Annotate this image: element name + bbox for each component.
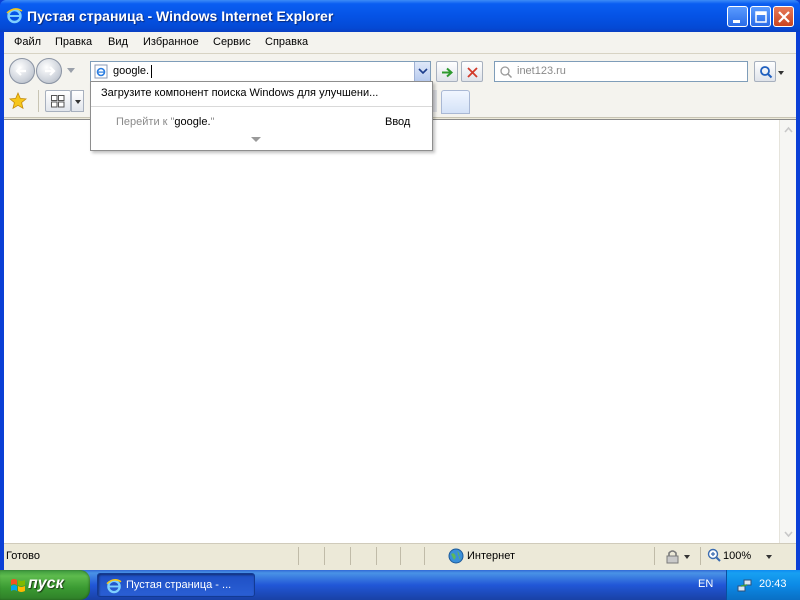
- go-to-suffix: ": [210, 116, 215, 128]
- zoom-level[interactable]: 100%: [723, 550, 751, 562]
- status-text: Готово: [6, 550, 40, 562]
- quick-tabs-icon: [51, 95, 65, 108]
- address-dropdown-button[interactable]: [414, 62, 430, 81]
- maximize-icon: [755, 11, 767, 23]
- zoom-icon[interactable]: [707, 548, 721, 562]
- ie-logo-icon: [6, 8, 23, 24]
- status-divider: [424, 547, 425, 565]
- start-label: пуск: [28, 575, 64, 592]
- minimize-icon: [733, 20, 740, 23]
- menu-bar: Файл Правка Вид Избранное Сервис Справка: [4, 32, 796, 54]
- status-divider: [700, 547, 701, 565]
- tab-list-dropdown[interactable]: [71, 90, 84, 112]
- status-divider: [654, 547, 655, 565]
- menu-tools[interactable]: Сервис: [213, 36, 251, 48]
- menu-file[interactable]: Файл: [14, 36, 41, 48]
- close-button[interactable]: [773, 6, 794, 27]
- ie-page-icon: [94, 64, 108, 79]
- expand-suggestions-arrow-icon[interactable]: [251, 137, 261, 142]
- status-divider: [298, 547, 299, 565]
- minimize-button[interactable]: [727, 6, 748, 27]
- favorites-star-icon[interactable]: [9, 92, 27, 110]
- maximize-button[interactable]: [750, 6, 771, 27]
- status-divider: [350, 547, 351, 565]
- address-bar[interactable]: google.: [90, 61, 431, 82]
- menu-help[interactable]: Справка: [265, 36, 308, 48]
- search-icon: [760, 66, 773, 79]
- search-addon-text: Загрузите компонент поиска Windows для у…: [101, 87, 379, 99]
- address-autocomplete-dropdown: Загрузите компонент поиска Windows для у…: [90, 81, 433, 151]
- go-to-prefix: Перейти к ": [116, 116, 175, 128]
- forward-button[interactable]: [36, 58, 62, 84]
- window-title: Пустая страница - Windows Internet Explo…: [27, 8, 334, 24]
- stop-button[interactable]: [461, 61, 483, 82]
- taskbar-item-label: Пустая страница - ...: [126, 579, 232, 591]
- language-indicator[interactable]: EN: [698, 578, 713, 590]
- taskbar-item-ie[interactable]: Пустая страница - ...: [97, 573, 255, 597]
- address-input[interactable]: google.: [113, 65, 149, 77]
- taskbar: пуск Пустая страница - ... EN 20:43: [0, 570, 800, 600]
- go-to-suggestion[interactable]: Перейти к "google.": [116, 116, 214, 128]
- go-button[interactable]: [436, 61, 458, 82]
- windows-flag-icon: [11, 579, 25, 592]
- text-cursor: [151, 65, 152, 78]
- menu-edit[interactable]: Правка: [55, 36, 92, 48]
- quick-tabs-button[interactable]: [45, 90, 71, 112]
- close-icon: [778, 11, 790, 23]
- network-icon[interactable]: [737, 577, 753, 593]
- security-zone-label: Интернет: [467, 550, 515, 562]
- chevron-down-icon[interactable]: [684, 555, 690, 559]
- forward-arrow-icon: [45, 66, 56, 76]
- search-options-dropdown[interactable]: [778, 71, 784, 75]
- chevron-down-icon[interactable]: [766, 555, 772, 559]
- page-content[interactable]: [4, 119, 796, 544]
- chevron-down-icon: [75, 100, 81, 104]
- search-box[interactable]: inet123.ru: [494, 61, 748, 82]
- go-to-target: google.: [174, 116, 211, 128]
- title-bar[interactable]: Пустая страница - Windows Internet Explo…: [0, 0, 800, 32]
- status-divider: [400, 547, 401, 565]
- stop-x-icon: [467, 67, 478, 78]
- ie-logo-icon: [106, 579, 122, 594]
- chevron-down-icon: [418, 68, 428, 75]
- system-tray: 20:43: [726, 570, 800, 600]
- toolbar-separator: [38, 90, 39, 112]
- navigation-bar: google. inet123.ru: [4, 54, 796, 84]
- scroll-down-arrow-icon[interactable]: [782, 527, 795, 540]
- recent-pages-dropdown[interactable]: [67, 68, 75, 73]
- status-divider: [324, 547, 325, 565]
- new-tab-button[interactable]: [441, 90, 470, 114]
- status-divider: [376, 547, 377, 565]
- vertical-scrollbar[interactable]: [779, 120, 796, 544]
- enter-hint: Ввод: [385, 116, 411, 128]
- go-arrow-icon: [442, 67, 454, 78]
- status-bar: Готово Интернет 100%: [4, 543, 796, 567]
- search-addon-suggestion[interactable]: Загрузите компонент поиска Windows для у…: [91, 82, 432, 105]
- menu-favorites[interactable]: Избранное: [143, 36, 199, 48]
- protected-mode-icon[interactable]: [664, 548, 682, 564]
- start-button[interactable]: пуск: [0, 570, 90, 600]
- back-button[interactable]: [9, 58, 35, 84]
- scroll-up-arrow-icon[interactable]: [782, 123, 795, 136]
- globe-icon: [448, 548, 464, 564]
- search-provider-icon: [500, 66, 513, 79]
- suggestion-divider: [91, 106, 432, 107]
- back-arrow-icon: [15, 66, 26, 76]
- menu-view[interactable]: Вид: [108, 36, 128, 48]
- clock[interactable]: 20:43: [759, 578, 787, 590]
- search-placeholder: inet123.ru: [517, 65, 566, 77]
- search-button[interactable]: [754, 61, 776, 82]
